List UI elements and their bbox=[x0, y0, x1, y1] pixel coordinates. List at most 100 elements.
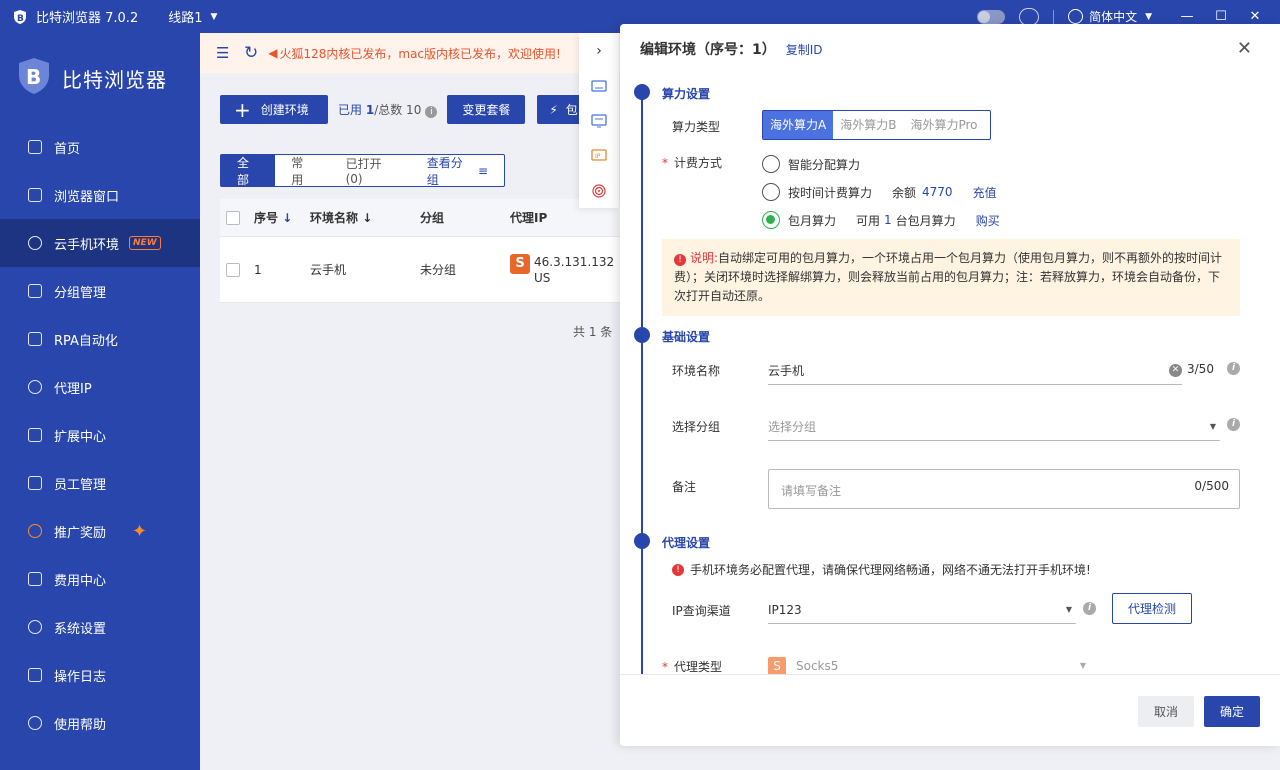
col-group: 分组 bbox=[420, 211, 445, 225]
recharge-link[interactable]: 充值 bbox=[973, 184, 997, 201]
proxy-warning-text: 手机环境务必配置代理，请确保代理网络畅通，网络不通无法打开手机环境! bbox=[690, 563, 1091, 577]
row-proxy-ip: S 46.3.131.132 US bbox=[510, 253, 614, 286]
create-env-button[interactable]: + 创建环境 bbox=[220, 95, 328, 124]
sidebar-item-proxy-ip[interactable]: 代理IP bbox=[0, 363, 200, 411]
screen-icon[interactable] bbox=[579, 103, 619, 138]
sidebar-item-cloud-phone[interactable]: 云手机环境 NEW bbox=[0, 219, 200, 267]
table-row[interactable]: 1 云手机 未分组 S 46.3.131.132 US bbox=[220, 237, 620, 303]
sidebar-item-help[interactable]: 使用帮助 bbox=[0, 699, 200, 747]
change-plan-button[interactable]: 变更套餐 bbox=[447, 95, 526, 124]
info-icon[interactable]: i bbox=[1227, 418, 1240, 431]
proxy-type-select[interactable]: S Socks5 ▼ bbox=[768, 652, 1090, 674]
tab-opened[interactable]: 已打开(0) bbox=[330, 155, 411, 186]
col-index[interactable]: 序号 ↓ bbox=[254, 209, 310, 226]
compute-type-pro[interactable]: 海外算力Pro bbox=[903, 111, 984, 139]
clear-icon[interactable]: ✕ bbox=[1169, 364, 1182, 377]
radio-button[interactable] bbox=[762, 183, 780, 201]
info-icon[interactable]: i bbox=[425, 106, 438, 118]
total-label: /总数 10 bbox=[374, 103, 422, 117]
sidebar-item-browser-windows[interactable]: 浏览器窗口 bbox=[0, 171, 200, 219]
users-icon bbox=[28, 476, 42, 490]
chevron-down-icon[interactable]: ▼ bbox=[211, 12, 218, 22]
section-compute-title: 算力设置 bbox=[662, 87, 711, 101]
refresh-icon[interactable]: ↻ bbox=[244, 43, 258, 63]
used-count: 1 bbox=[365, 103, 375, 117]
col-name-label: 环境名称 bbox=[310, 211, 359, 225]
billing-option-monthly[interactable]: 包月算力 可用 1 台包月算力 购买 bbox=[762, 211, 1000, 229]
sort-arrow-icon[interactable]: ↓ bbox=[282, 211, 292, 225]
sidebar-item-billing[interactable]: 费用中心 bbox=[0, 555, 200, 603]
keyboard-icon[interactable] bbox=[579, 68, 619, 103]
sidebar-item-label: 员工管理 bbox=[54, 477, 107, 493]
buy-link[interactable]: 购买 bbox=[976, 212, 1000, 229]
close-icon[interactable]: ✕ bbox=[1237, 38, 1252, 59]
cancel-button[interactable]: 取消 bbox=[1138, 696, 1194, 727]
billing-option-smart[interactable]: 智能分配算力 bbox=[762, 155, 860, 173]
section-basic-title: 基础设置 bbox=[662, 330, 711, 344]
layers-icon bbox=[28, 284, 42, 298]
ip-channel-select[interactable]: IP123 ▼ bbox=[768, 596, 1076, 624]
filter-bar: 全部 常用 已打开(0) 查看分组 ≡ bbox=[220, 154, 505, 187]
menu-icon[interactable]: ☰ bbox=[216, 44, 232, 62]
confirm-button[interactable]: 确定 bbox=[1204, 696, 1260, 727]
remark-textarea[interactable]: 请填写备注 0/500 bbox=[768, 469, 1240, 509]
view-groups-label: 查看分组 bbox=[426, 155, 463, 187]
proxy-check-button[interactable]: 代理检测 bbox=[1112, 593, 1192, 624]
info-icon[interactable]: i bbox=[1227, 362, 1240, 375]
chevron-down-icon[interactable]: ▼ bbox=[1080, 661, 1086, 670]
compute-type-selector: 海外算力A 海外算力B 海外算力Pro bbox=[762, 110, 991, 140]
proxy-type-value: Socks5 bbox=[796, 658, 839, 673]
row-group: 未分组 bbox=[420, 263, 457, 277]
theme-toggle[interactable] bbox=[977, 9, 1006, 24]
env-name-input[interactable]: 云手机 ✕ bbox=[768, 357, 1182, 385]
language-selector[interactable]: 简体中文 bbox=[1089, 8, 1137, 25]
row-checkbox[interactable] bbox=[226, 262, 240, 277]
radio-button[interactable] bbox=[762, 155, 780, 173]
view-groups-button[interactable]: 查看分组 ≡ bbox=[411, 155, 504, 187]
chevron-down-icon[interactable]: ▼ bbox=[1066, 605, 1072, 614]
tab-favorites[interactable]: 常用 bbox=[275, 155, 329, 187]
location-icon bbox=[28, 380, 42, 394]
sidebar-item-settings[interactable]: 系统设置 bbox=[0, 603, 200, 651]
sidebar-item-staff[interactable]: 员工管理 bbox=[0, 459, 200, 507]
sidebar-item-label: 浏览器窗口 bbox=[54, 189, 120, 205]
help-icon bbox=[28, 716, 42, 730]
select-all-checkbox[interactable] bbox=[226, 210, 240, 225]
chat-icon[interactable] bbox=[1019, 7, 1040, 26]
copy-id-link[interactable]: 复制ID bbox=[786, 41, 823, 58]
sidebar-item-groups[interactable]: 分组管理 bbox=[0, 267, 200, 315]
group-select[interactable]: 选择分组 ▼ bbox=[768, 413, 1220, 441]
minimize-icon[interactable]: — bbox=[1178, 9, 1196, 24]
globe-icon[interactable] bbox=[1068, 9, 1084, 24]
floating-toolbar: › IP bbox=[579, 33, 619, 208]
radio-button[interactable] bbox=[762, 211, 780, 229]
chevron-down-icon[interactable]: ▼ bbox=[1145, 12, 1152, 22]
billing-label: * 计费方式 bbox=[662, 154, 722, 171]
fingerprint-icon[interactable] bbox=[579, 173, 619, 208]
ip-icon[interactable]: IP bbox=[579, 138, 619, 173]
compute-type-b[interactable]: 海外算力B bbox=[833, 111, 903, 139]
tab-all[interactable]: 全部 bbox=[221, 155, 276, 187]
env-count: 已用 1/总数 10 i bbox=[338, 101, 438, 118]
info-icon[interactable]: i bbox=[1083, 602, 1096, 615]
proxy-warning: ! 手机环境务必配置代理，请确保代理网络畅通，网络不通无法打开手机环境! bbox=[672, 561, 1091, 578]
sidebar-item-extensions[interactable]: 扩展中心 bbox=[0, 411, 200, 459]
robot-icon bbox=[28, 332, 42, 346]
compute-type-a[interactable]: 海外算力A bbox=[763, 111, 834, 139]
sidebar-item-home[interactable]: 首页 bbox=[0, 123, 200, 171]
section-dot bbox=[634, 327, 650, 343]
alert-title: 说明: bbox=[690, 251, 719, 265]
sidebar-item-rpa[interactable]: RPA自动化 bbox=[0, 315, 200, 363]
sidebar-item-label: 云手机环境 bbox=[54, 237, 120, 253]
billing-option-time[interactable]: 按时间计费算力 余额 4770 充值 bbox=[762, 183, 997, 201]
sidebar-item-logs[interactable]: 操作日志 bbox=[0, 651, 200, 699]
maximize-icon[interactable]: ☐ bbox=[1212, 9, 1230, 24]
col-name[interactable]: 环境名称 ↓ bbox=[310, 209, 420, 226]
close-icon[interactable]: ✕ bbox=[1246, 9, 1264, 24]
chevron-down-icon[interactable]: ▼ bbox=[1210, 422, 1216, 431]
chevron-right-icon[interactable]: › bbox=[579, 33, 619, 68]
sidebar-item-label: 系统设置 bbox=[54, 621, 107, 637]
route-selector[interactable]: 线路1 bbox=[168, 7, 202, 26]
sidebar-item-rewards[interactable]: 推广奖励 ✦ bbox=[0, 507, 200, 555]
sort-arrow-icon[interactable]: ↓ bbox=[362, 211, 372, 225]
